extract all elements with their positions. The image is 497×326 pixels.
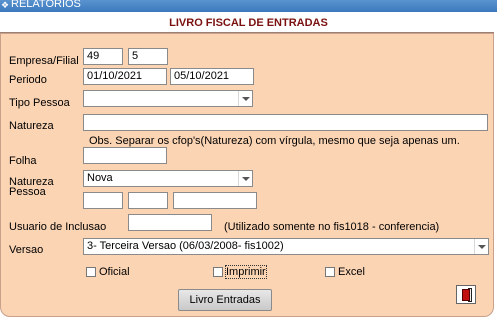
tipo-pessoa-select[interactable]	[83, 90, 253, 107]
natureza-pessoa-field-2[interactable]	[128, 192, 168, 209]
versao-value: 3- Terceira Versao (06/03/2008- fis1002)	[87, 240, 284, 252]
livro-entradas-button[interactable]: Livro Entradas	[178, 289, 272, 311]
oficial-checkbox[interactable]	[86, 267, 96, 277]
natureza-label: Natureza	[9, 120, 54, 132]
natureza-pessoa-field-1[interactable]	[83, 192, 123, 209]
folha-input[interactable]	[83, 147, 167, 164]
usuario-inclusao-input[interactable]	[128, 214, 212, 231]
usuario-inclusao-note: (Utilizado somente no fis1018 - conferen…	[224, 221, 440, 233]
imprimir-label[interactable]: Imprimir	[225, 265, 267, 279]
natureza-obs-text: Obs. Separar os cfop's(Natureza) com vír…	[89, 135, 460, 147]
excel-checkbox[interactable]	[325, 267, 335, 277]
chevron-down-icon[interactable]	[238, 171, 252, 186]
empresa-input[interactable]: 49	[83, 48, 123, 65]
natureza-input[interactable]	[83, 114, 488, 131]
form-header: LIVRO FISCAL DE ENTRADAS	[0, 12, 497, 34]
periodo-inicio-input[interactable]: 01/10/2021	[83, 68, 167, 85]
window-titlebar: ❖ RELATORIOS	[0, 0, 497, 12]
periodo-label: Periodo	[9, 74, 47, 86]
door-icon	[462, 289, 470, 301]
chevron-down-icon[interactable]	[238, 91, 252, 106]
natureza-pessoa-select[interactable]: Nova	[83, 170, 253, 187]
empresa-filial-label: Empresa/Filial	[9, 55, 79, 67]
imprimir-checkbox[interactable]	[213, 267, 223, 277]
excel-label[interactable]: Excel	[338, 266, 365, 278]
tipo-pessoa-label: Tipo Pessoa	[9, 97, 70, 109]
filial-input[interactable]: 5	[128, 48, 168, 65]
natureza-pessoa-value: Nova	[87, 172, 113, 184]
chevron-down-icon[interactable]	[474, 239, 488, 254]
natureza-pessoa-field-3[interactable]	[173, 192, 257, 209]
exit-door-icon[interactable]	[456, 285, 476, 304]
page-title: LIVRO FISCAL DE ENTRADAS	[169, 17, 328, 29]
versao-select[interactable]: 3- Terceira Versao (06/03/2008- fis1002)	[83, 238, 489, 255]
oficial-label[interactable]: Oficial	[99, 266, 130, 278]
natureza-pessoa-label-line2: Pessoa	[9, 186, 46, 198]
window-title: RELATORIOS	[11, 0, 81, 10]
versao-label: Versao	[9, 244, 44, 256]
usuario-inclusao-label: Usuario de Inclusao	[9, 221, 107, 233]
periodo-fim-input[interactable]: 05/10/2021	[170, 68, 254, 85]
folha-label: Folha	[9, 155, 37, 167]
menu-arrow-icon[interactable]: ❖	[1, 0, 9, 10]
